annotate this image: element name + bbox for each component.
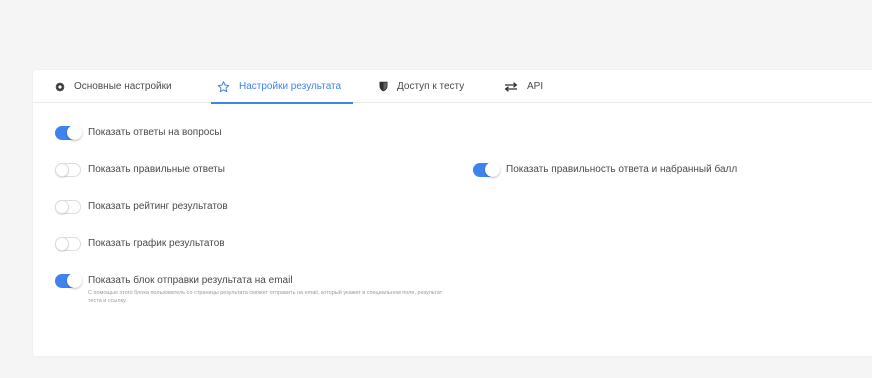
option-show-correctness-and-score: Показать правильность ответа и набранный… — [473, 162, 738, 177]
option-description: С помощью этого блока пользователь со ст… — [88, 290, 443, 304]
tab-label: Основные настройки — [74, 81, 172, 92]
show-rating-toggle[interactable] — [55, 200, 81, 214]
tab-label: Настройки результата — [239, 81, 342, 92]
toggle-knob — [485, 162, 500, 177]
tab-result-settings[interactable]: Настройки результата — [210, 70, 354, 104]
show-correctness-score-toggle[interactable] — [473, 162, 500, 177]
email-block-toggle[interactable] — [55, 273, 82, 288]
option-show-correct-answers: Показать правильные ответы — [55, 163, 225, 177]
option-label: Показать правильность ответа и набранный… — [506, 164, 738, 175]
toggle-knob — [55, 163, 69, 177]
shield-icon — [379, 81, 388, 92]
top-band — [0, 0, 872, 70]
page: Основные настройки Настройки результата — [0, 0, 872, 378]
option-label: Показать блок отправки результата на ema… — [88, 275, 293, 286]
option-label: Показать ответы на вопросы — [88, 127, 222, 138]
gear-icon — [55, 81, 65, 92]
toggle-knob — [55, 200, 69, 214]
settings-card: Основные настройки Настройки результата — [33, 70, 872, 356]
show-answers-toggle[interactable] — [55, 125, 82, 140]
toggle-knob — [67, 273, 82, 288]
option-email-block: Показать блок отправки результата на ema… — [55, 273, 448, 305]
option-show-rating: Показать рейтинг результатов — [55, 200, 228, 214]
toggle-knob — [55, 237, 69, 251]
tab-api[interactable]: API — [504, 70, 543, 103]
tab-label: API — [527, 81, 544, 92]
tab-basic-settings[interactable]: Основные настройки — [55, 70, 172, 103]
tab-label: Доступ к тесту — [397, 81, 465, 92]
show-chart-toggle[interactable] — [55, 237, 81, 251]
tab-bar: Основные настройки Настройки результата — [33, 70, 872, 104]
option-show-answers: Показать ответы на вопросы — [55, 125, 222, 140]
toggle-knob — [67, 125, 82, 140]
show-correct-answers-toggle[interactable] — [55, 163, 81, 177]
option-show-chart: Показать график результатов — [55, 237, 225, 251]
tab-test-access[interactable]: Доступ к тесту — [379, 70, 464, 103]
option-label: Показать график результатов — [88, 238, 225, 249]
star-icon — [217, 80, 230, 93]
option-label: Показать рейтинг результатов — [88, 201, 228, 212]
option-label: Показать правильные ответы — [88, 164, 225, 175]
arrows-exchange-icon — [504, 81, 518, 92]
